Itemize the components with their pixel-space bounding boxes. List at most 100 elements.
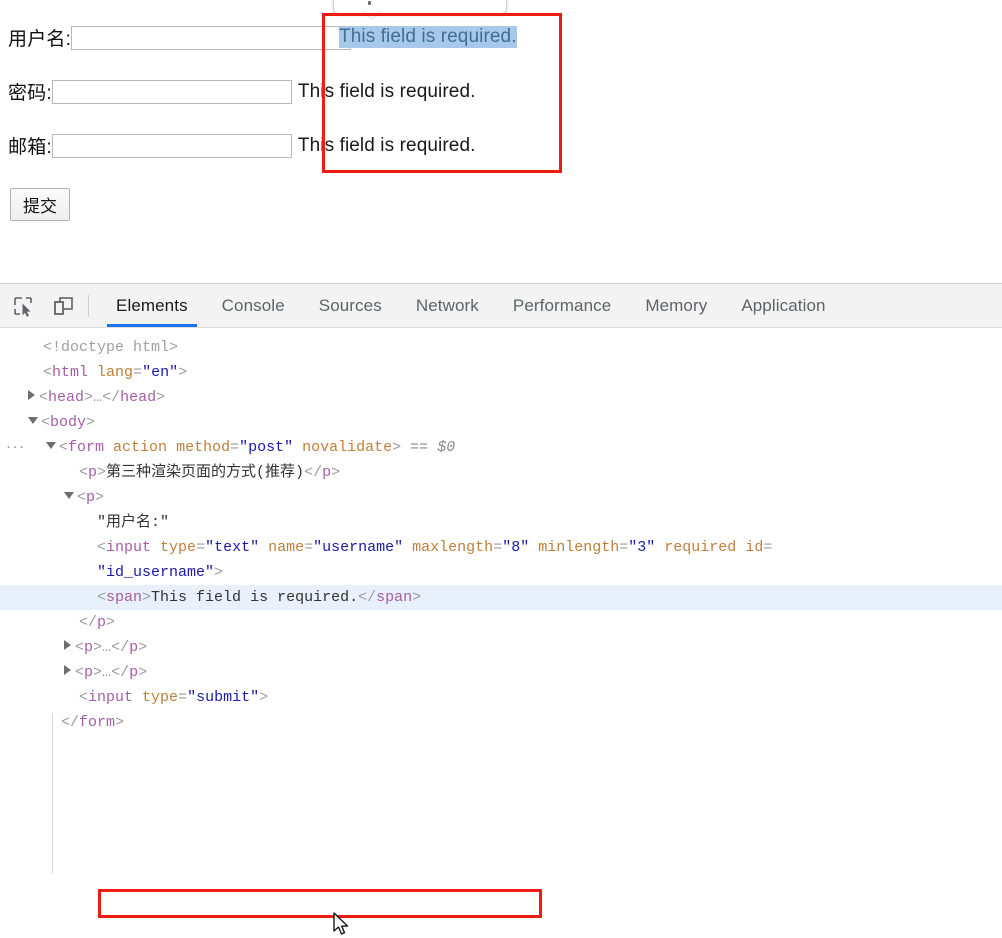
dom-token-punc: > [156,389,166,406]
element-inspector-tooltip [333,0,507,14]
dom-token-punc: </ [304,464,323,481]
dom-node-line[interactable]: "id_username"> [0,560,1002,585]
dom-token-punc: > [138,639,148,656]
dom-node-line[interactable]: <p>…</p> [0,660,1002,685]
dom-token-attr: required [664,539,737,556]
dom-node-line[interactable]: <head>…</head> [0,385,1002,410]
dom-token-tag: input [106,539,152,556]
error-message-username: This field is required. [339,26,517,48]
dom-token-attr: maxlength [412,539,494,556]
tab-network[interactable]: Network [399,284,496,327]
dom-token-txt [259,539,268,556]
dom-node-line[interactable]: <p>第三种渲染页面的方式(推荐)</p> [0,460,1002,485]
dom-token-tag: p [322,464,332,481]
error-message-password: This field is required. [297,80,476,102]
devtools-tabs: Elements Console Sources Network Performance… [99,284,843,327]
tab-memory[interactable]: Memory [628,284,724,327]
inspect-element-icon[interactable] [6,289,40,323]
twisty-closed-icon[interactable] [64,665,71,675]
dom-token-punc: = [196,539,206,556]
dom-node-line[interactable]: <span>This field is required.</span> [0,585,1002,610]
tab-application[interactable]: Application [724,284,842,327]
dom-node-line[interactable]: <body> [0,410,1002,435]
dom-node-line[interactable]: ··· <form action method="post" novalidate… [0,435,1002,460]
dom-token-attr: type [160,539,197,556]
device-toolbar-icon[interactable] [46,289,80,323]
dom-token-punc: > [93,639,103,656]
dom-token-tag: p [97,614,107,631]
dom-node-line[interactable]: <html lang="en"> [0,360,1002,385]
dom-node-line[interactable]: <!doctype html> [0,335,1002,360]
input-username[interactable] [71,25,352,50]
dom-node-content: <p>第三种渲染页面的方式(推荐)</p> [64,460,340,485]
dom-tree-view[interactable]: <!doctype html> <html lang="en"> <head>…</… [0,328,1002,735]
twisty-open-icon[interactable] [28,417,38,424]
submit-button[interactable]: 提交 [10,188,70,221]
twisty-open-icon[interactable] [46,442,56,449]
dom-token-attr: method [176,439,231,456]
dom-node-content: <input type="submit"> [64,685,268,710]
dom-token-punc: < [97,539,107,556]
tooltip-content-dot [368,1,371,5]
label-password: 密码: [8,83,52,104]
twisty-closed-icon[interactable] [28,390,35,400]
tab-sources[interactable]: Sources [302,284,399,327]
dom-token-tag: input [88,689,134,706]
dom-token-val: "en" [142,364,179,381]
dom-token-attr: name [268,539,305,556]
collapsed-nodes-badge[interactable]: ··· [6,439,26,454]
dom-node-content: <p> [64,485,104,510]
dom-token-attr: type [142,689,179,706]
dom-token-punc: > [412,589,422,606]
dom-token-attr: id [745,539,764,556]
dom-token-punc: > [178,364,188,381]
dom-token-tag: html [52,364,89,381]
dom-node-line[interactable]: <input type="submit"> [0,685,1002,710]
dom-token-eqeq: == [401,439,438,456]
dom-node-line[interactable]: "用户名:" [0,510,1002,535]
twisty-closed-icon[interactable] [64,640,71,650]
tooltip-pointer-arrow [363,9,381,18]
dom-node-content: <input type="text" name="username" maxle… [82,535,772,560]
dom-node-content: </form> [46,710,124,735]
twisty-open-icon[interactable] [64,492,74,499]
toolbar-divider [88,294,89,317]
tab-elements[interactable]: Elements [99,284,205,327]
dom-node-line[interactable]: <input type="text" name="username" maxle… [0,535,1002,560]
dom-token-val: "id_username" [97,564,215,581]
annotation-rectangle-span-node [98,889,542,918]
dom-node-content: <p>…</p> [64,660,147,685]
input-password[interactable] [51,79,292,104]
twisty-placeholder [64,624,75,625]
dom-token-punc: </ [111,639,130,656]
dom-token-punc: > [331,464,341,481]
tab-console[interactable]: Console [205,284,302,327]
dom-node-line[interactable]: </p> [0,610,1002,635]
dom-token-tag: p [86,489,96,506]
dom-token-punc: < [75,664,85,681]
dom-token-punc: > [259,689,269,706]
dom-token-txt: "用户名:" [97,514,170,531]
dom-token-punc: > [84,389,94,406]
twisty-placeholder [64,474,75,475]
dom-token-punc: > [95,489,105,506]
dom-token-punc: < [97,589,107,606]
input-email[interactable] [51,133,292,158]
dom-token-punc: > [106,614,116,631]
form-row-password: 密码: This field is required. [8,78,476,105]
dom-token-punc: </ [102,389,121,406]
dom-token-attr: novalidate [302,439,393,456]
twisty-placeholder [28,349,39,350]
dom-token-punc: > [115,714,125,731]
dom-node-line[interactable]: </form> [0,710,1002,735]
dom-token-punc: </ [79,614,98,631]
dom-token-txt [104,439,113,456]
dom-token-val: "post" [239,439,294,456]
dom-node-line[interactable]: <p> [0,485,1002,510]
dom-token-punc: > [138,664,148,681]
dom-token-val: "8" [502,539,530,556]
dom-node-line[interactable]: <p>…</p> [0,635,1002,660]
tab-performance[interactable]: Performance [496,284,628,327]
dom-token-tag: span [106,589,143,606]
dom-token-txt [403,539,412,556]
